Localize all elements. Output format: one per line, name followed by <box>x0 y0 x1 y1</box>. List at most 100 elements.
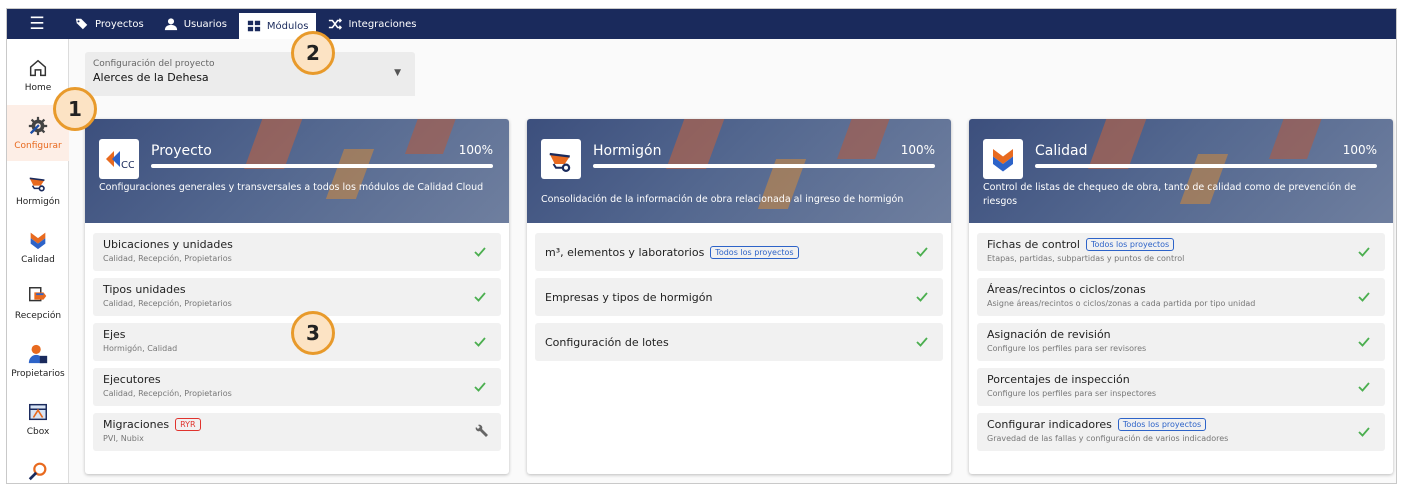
row-title: Ubicaciones y unidades <box>103 238 233 251</box>
sidebar-item-cbox[interactable]: Cbox <box>7 391 69 447</box>
list-item[interactable]: Porcentajes de inspección Configure los … <box>977 368 1385 406</box>
row-subtitle: Calidad, Recepción, Propietarios <box>103 299 232 308</box>
card-header: Calidad 100% Control de listas de cheque… <box>969 119 1393 223</box>
caret-down-icon[interactable]: ▼ <box>394 68 401 78</box>
row-title: Porcentajes de inspección <box>987 373 1130 386</box>
tab-label: Proyectos <box>95 18 144 30</box>
tab-label: Módulos <box>266 20 309 32</box>
wheelbarrow-icon <box>541 139 581 179</box>
gear-icon <box>28 116 48 136</box>
check-icon <box>474 292 486 302</box>
list-item[interactable]: m³, elementos y laboratorios Todos los p… <box>535 233 943 271</box>
card-description: Consolidación de la información de obra … <box>541 194 904 205</box>
card-progress-bar <box>1035 164 1377 168</box>
sidebar-item-hormigon[interactable]: Hormigón <box>7 161 69 217</box>
card-rows: Fichas de control Todos los proyectos Et… <box>977 233 1385 458</box>
reception-icon <box>29 287 47 302</box>
status-badge: Todos los proyectos <box>1085 238 1175 251</box>
status-badge: RYR <box>175 418 201 431</box>
card-title: Calidad <box>1035 143 1088 159</box>
check-icon <box>474 337 486 347</box>
project-select-label: Configuración del proyecto <box>93 59 215 69</box>
hamburger-icon[interactable]: ☰ <box>7 9 67 39</box>
owners-icon <box>28 344 48 364</box>
list-item[interactable]: Configurar indicadores Todos los proyect… <box>977 413 1385 451</box>
row-subtitle: Configure los perfiles para ser inspecto… <box>987 389 1157 398</box>
list-item[interactable]: Configuración de lotes <box>535 323 943 361</box>
top-nav-bar: ☰ Proyectos Usuarios Módulos Integracion… <box>7 9 1396 39</box>
card-description: Configuraciones generales y transversale… <box>99 182 484 193</box>
check-icon <box>916 292 928 302</box>
card-proyecto: CC Proyecto 100% Configuraciones general… <box>85 119 509 474</box>
card-title: Hormigón <box>593 143 662 159</box>
row-title: Fichas de control <box>987 238 1080 251</box>
row-subtitle: Configure los perfiles para ser revisore… <box>987 344 1147 353</box>
row-subtitle: Calidad, Recepción, Propietarios <box>103 254 232 263</box>
row-subtitle: PVI, Nubix <box>103 434 144 443</box>
tags-icon <box>75 18 88 30</box>
row-title: Tipos unidades <box>103 283 186 296</box>
card-progress-bar <box>593 164 935 168</box>
check-icon <box>1358 247 1370 257</box>
project-select[interactable]: Configuración del proyecto Alerces de la… <box>85 52 415 96</box>
quality-icon <box>30 232 46 250</box>
sidebar-item-propietarios[interactable]: Propietarios <box>7 333 69 389</box>
list-item[interactable]: Asignación de revisión Configure los per… <box>977 323 1385 361</box>
row-subtitle: Asigne áreas/recintos o ciclos/zonas a c… <box>987 299 1256 308</box>
status-badge: Todos los proyectos <box>1117 418 1207 431</box>
sidebar-item-calidad[interactable]: Calidad <box>7 219 69 275</box>
card-header: Hormigón 100% Consolidación de la inform… <box>527 119 951 223</box>
status-badge: Todos los proyectos <box>710 245 799 259</box>
tab-integraciones[interactable]: Integraciones <box>320 11 424 37</box>
list-item[interactable]: Fichas de control Todos los proyectos Et… <box>977 233 1385 271</box>
proyecto-logo-icon: CC <box>99 139 139 179</box>
callout-marker: 1 <box>53 87 97 131</box>
card-description: Control de listas de chequeo de obra, ta… <box>983 182 1357 207</box>
row-subtitle: Gravedad de las fallas y configuración d… <box>987 434 1229 443</box>
quality-icon <box>983 139 1023 179</box>
row-title: Migraciones <box>103 418 170 431</box>
row-title: Áreas/recintos o ciclos/zonas <box>987 283 1146 296</box>
list-item[interactable]: Ubicaciones y unidades Calidad, Recepció… <box>93 233 501 271</box>
row-title: Asignación de revisión <box>987 328 1111 341</box>
check-icon <box>1358 292 1370 302</box>
search-tool-icon <box>28 462 47 481</box>
card-title: Proyecto <box>151 143 212 159</box>
list-item[interactable]: Migraciones RYR PVI, Nubix <box>93 413 501 451</box>
list-item[interactable]: Empresas y tipos de hormigón <box>535 278 943 316</box>
tab-usuarios[interactable]: Usuarios <box>156 11 235 37</box>
sidebar-item-label: Calidad <box>21 255 55 265</box>
callout-marker: 3 <box>291 311 335 355</box>
check-icon <box>474 247 486 257</box>
check-icon <box>916 337 928 347</box>
wrench-icon[interactable] <box>473 424 489 440</box>
row-title: Configurar indicadores <box>987 418 1112 431</box>
check-icon <box>1358 337 1370 347</box>
tab-label: Integraciones <box>348 18 417 30</box>
card-percent: 100% <box>458 143 493 157</box>
check-icon <box>1358 382 1370 392</box>
tab-proyectos[interactable]: Proyectos <box>67 11 152 37</box>
check-icon <box>1358 427 1370 437</box>
check-icon <box>474 382 486 392</box>
project-select-value: Alerces de la Dehesa <box>93 71 209 84</box>
list-item[interactable]: Tipos unidades Calidad, Recepción, Propi… <box>93 278 501 316</box>
row-title: Empresas y tipos de hormigón <box>545 290 713 304</box>
sidebar-item-label: Cbox <box>26 427 50 437</box>
cbox-icon <box>29 403 47 421</box>
sidebar-item-search-tool[interactable] <box>7 443 69 483</box>
list-item[interactable]: Ejecutores Calidad, Recepción, Propietar… <box>93 368 501 406</box>
shuffle-icon <box>329 18 343 30</box>
row-subtitle: Etapas, partidas, subpartidas y puntos d… <box>987 254 1185 263</box>
card-percent: 100% <box>900 143 935 157</box>
card-rows: m³, elementos y laboratorios Todos los p… <box>535 233 943 368</box>
row-title: m³, elementos y laboratorios <box>545 245 705 259</box>
callout-marker: 2 <box>291 31 335 75</box>
row-title: Configuración de lotes <box>545 335 669 349</box>
list-item[interactable]: Áreas/recintos o ciclos/zonas Asigne áre… <box>977 278 1385 316</box>
card-progress-bar <box>151 164 493 168</box>
sidebar-item-recepcion[interactable]: Recepción <box>7 275 69 331</box>
home-icon <box>29 59 47 77</box>
row-subtitle: Calidad, Recepción, Propietarios <box>103 389 232 398</box>
tab-label: Usuarios <box>183 18 227 30</box>
